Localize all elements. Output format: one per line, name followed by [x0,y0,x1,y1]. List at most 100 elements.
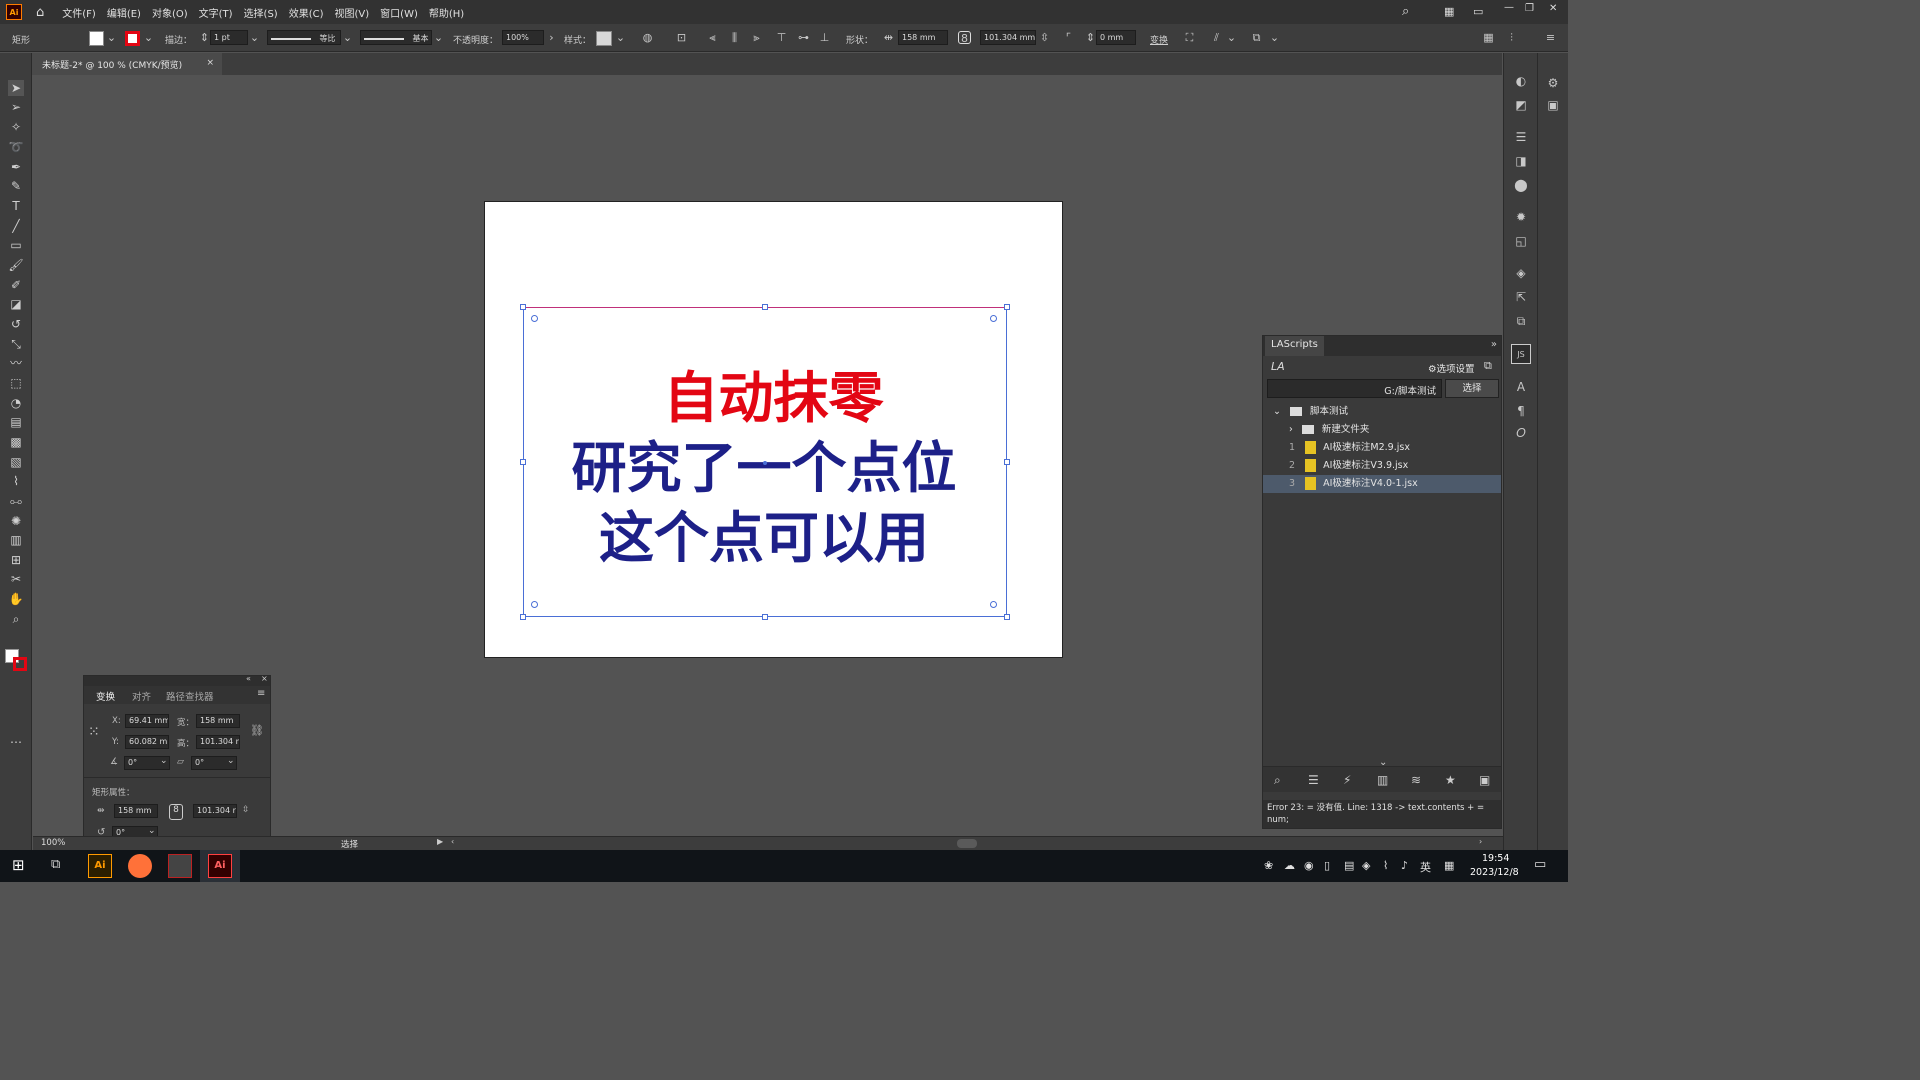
y-field[interactable]: 60.082 mm [125,735,169,749]
tree-file-selected[interactable]: 3 AI极速标注V4.0-1.jsx [1263,475,1501,493]
height-field[interactable]: 101.304 mm [196,735,240,749]
search-icon[interactable]: ⌕ [1402,4,1409,19]
selection-tool-icon[interactable]: ➤ [8,80,24,96]
x-field[interactable]: 69.41 mm [125,714,169,728]
character-icon[interactable]: A [1513,379,1529,395]
constrain-link-icon[interactable]: ⛓ [250,724,264,737]
rotate-tool-icon[interactable]: ↺ [8,316,24,332]
panel-menu-icon[interactable]: ≡ [257,688,265,699]
rectangle-tool-icon[interactable]: ▭ [8,237,24,253]
tab-align[interactable]: 对齐 [132,689,151,703]
menu-select[interactable]: 选择(S) [244,5,278,20]
align-top-icon[interactable]: ⊤ [775,31,788,44]
resize-handle-bc[interactable] [762,614,768,620]
illustrator-app-icon[interactable]: Ai [88,854,112,878]
tab-pathfinder[interactable]: 路径查找器 [166,689,214,703]
windows-start-icon[interactable]: ⊞ [12,856,25,874]
list-icon[interactable]: ☰ [1308,773,1319,787]
chevron-down-icon[interactable]: ⌄ [341,31,354,44]
tree-file[interactable]: 2 AI极速标注V3.9.jsx [1263,457,1501,475]
select-folder-button[interactable]: 选择 [1445,379,1499,398]
scale-tool-icon[interactable]: ⤡ [8,336,24,352]
zoom-tool-icon[interactable]: ⌕ [8,611,24,627]
align-right-icon[interactable]: ⫸ [750,31,763,44]
warp-tool-icon[interactable]: 〰 [8,355,24,371]
database-icon[interactable]: ≋ [1411,773,1421,787]
tray-app-icon[interactable]: ❀ [1264,859,1273,872]
workspace-icon[interactable]: ▦ [1444,5,1454,18]
fill-swatch[interactable] [89,31,104,46]
scroll-left-icon[interactable]: ‹ [451,837,454,846]
menu-help[interactable]: 帮助(H) [429,5,464,20]
document-tab[interactable]: 未标题-2* @ 100 % (CMYK/预览) × [32,53,222,75]
volume-icon[interactable]: ♪ [1401,859,1408,872]
clock-time[interactable]: 19:54 [1482,853,1509,864]
export-icon[interactable]: ⇱ [1513,289,1529,305]
resize-handle-tl[interactable] [520,304,526,310]
favorite-icon[interactable]: ★ [1445,773,1456,787]
zoom-level[interactable]: 100% [41,838,65,848]
tray-app-icon[interactable]: ▤ [1344,859,1354,872]
chevron-down-icon[interactable]: ⌄ [142,31,155,44]
chevron-down-icon[interactable]: ⌄ [160,756,168,766]
chevron-down-icon[interactable]: ⌄ [105,31,118,44]
horizontal-scrollbar-thumb[interactable] [957,839,977,848]
curvature-tool-icon[interactable]: ✎ [8,178,24,194]
task-view-icon[interactable]: ⧉ [51,857,60,872]
align-to-icon[interactable]: ⊡ [675,31,688,44]
collapse-panel-icon[interactable]: « [246,674,251,683]
search-icon[interactable]: ⌕ [1274,773,1281,788]
menu-effect[interactable]: 效果(C) [289,5,324,20]
magic-wand-tool-icon[interactable]: ✧ [8,119,24,135]
hand-tool-icon[interactable]: ✋ [8,591,24,607]
home-icon[interactable]: ⌂ [36,5,44,20]
rect-width-field[interactable]: 158 mm [114,804,158,818]
resize-handle-tr[interactable] [1004,304,1010,310]
paragraph-icon[interactable]: ¶ [1513,403,1529,419]
firefox-icon[interactable] [128,854,152,878]
settings-button[interactable]: ⚙选项设置 [1428,361,1475,375]
properties-toggle-icon[interactable]: ⚙ [1545,75,1561,91]
blend-tool-icon[interactable]: ⧟ [8,493,24,509]
distribute-icon[interactable]: ⫽ [1210,31,1223,44]
menu-file[interactable]: 文件(F) [62,5,96,20]
menu-window[interactable]: 窗口(W) [380,5,418,20]
stroke-color-swatch[interactable] [13,657,27,671]
illustrator-active-icon[interactable]: Ai [208,854,232,878]
tree-folder-root[interactable]: ⌄ 脚本测试 [1263,403,1501,421]
script-path-field[interactable]: G:/脚本测试 [1267,379,1442,398]
globe-icon[interactable]: ◍ [641,31,654,44]
stroke-swatch[interactable] [125,31,140,46]
panel-menu-icon[interactable]: ⫶ [1505,31,1518,44]
resize-handle-br[interactable] [1004,614,1010,620]
tray-app-icon[interactable]: ◈ [1362,859,1370,872]
resize-handle-ml[interactable] [520,459,526,465]
pen-tool-icon[interactable]: ✒ [8,159,24,175]
direct-selection-tool-icon[interactable]: ➢ [8,99,24,115]
layers-icon[interactable]: ◈ [1513,265,1529,281]
play-icon[interactable]: ▶ [437,837,443,846]
stroke-profile-dropdown[interactable]: 等比 [267,30,341,45]
opacity-field[interactable]: 100% [502,30,544,45]
align-vcenter-icon[interactable]: ⊶ [797,31,810,44]
isolate-icon[interactable]: ⛶ [1183,31,1196,44]
resize-handle-mr[interactable] [1004,459,1010,465]
corner-widget-tl[interactable] [531,315,538,322]
artboard-tool-icon[interactable]: ⊞ [8,552,24,568]
rect-height-field[interactable]: 101.304 r [193,804,237,818]
align-hcenter-icon[interactable]: ⫼ [728,31,741,44]
transform-link[interactable]: 变换 [1150,33,1168,46]
close-icon[interactable]: ✕ [1549,3,1557,14]
save-icon[interactable]: ▣ [1479,773,1490,787]
resize-handle-tc[interactable] [762,304,768,310]
selection-bounding-box[interactable] [520,304,1010,620]
chevron-down-icon[interactable]: ⌄ [248,31,261,44]
align-left-icon[interactable]: ⫷ [706,31,719,44]
appearance-icon[interactable]: ✹ [1513,209,1529,225]
line-tool-icon[interactable]: ╱ [8,218,24,234]
notifications-icon[interactable]: ▭ [1534,857,1546,872]
tab-transform[interactable]: 变换 [96,689,115,703]
ime-indicator[interactable]: 英 [1420,859,1431,875]
learn-icon[interactable]: ▣ [1545,97,1561,113]
arrange-icon[interactable]: ▭ [1473,5,1483,18]
